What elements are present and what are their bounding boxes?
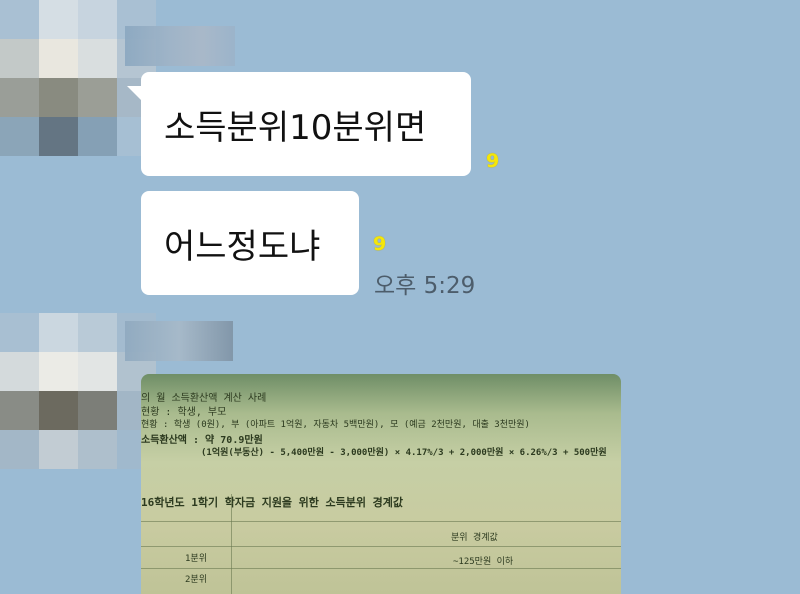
message-text: 소득분위10분위면	[164, 107, 427, 148]
photo-text-line: 16학년도 1학기 학자금 지원을 위한 소득분위 경계값	[141, 496, 404, 509]
photo-text-line: 현황 : 학생, 부모	[141, 407, 227, 418]
sender-avatar[interactable]	[0, 0, 156, 156]
table-rule	[141, 546, 621, 547]
message-bubble[interactable]: 소득분위10분위면	[141, 72, 471, 176]
message-text: 어느정도냐	[164, 226, 321, 267]
sender-name	[125, 26, 235, 66]
photo-text-line: 1분위	[185, 554, 207, 564]
photo-text-line: 의 월 소득환산액 계산 사례	[141, 393, 267, 404]
photo-text-line: 분위 경계값	[451, 533, 498, 543]
photo-text-line: 소득환산액 : 약 70.9만원	[141, 435, 263, 446]
table-rule	[141, 568, 621, 569]
photo-text-line: 현황 : 학생 (0원), 부 (아파트 1억원, 자동차 5백만원), 모 (…	[141, 420, 530, 430]
photo-text-line: 2분위	[185, 575, 207, 585]
sender-name-2	[125, 321, 233, 361]
photo-text-line: (1억원(부동산) - 5,400만원 - 3,000만원) × 4.17%/3…	[201, 448, 607, 458]
message-timestamp: 오후 5:29	[374, 273, 476, 299]
photo-text-line: ~125만원 이하	[453, 557, 514, 567]
table-rule	[231, 494, 232, 594]
unread-count: 9	[486, 150, 500, 172]
table-rule	[141, 521, 621, 522]
unread-count: 9	[373, 233, 387, 255]
message-bubble[interactable]: 어느정도냐	[141, 191, 359, 295]
photo-message[interactable]: 의 월 소득환산액 계산 사례 현황 : 학생, 부모 현황 : 학생 (0원)…	[141, 374, 621, 594]
